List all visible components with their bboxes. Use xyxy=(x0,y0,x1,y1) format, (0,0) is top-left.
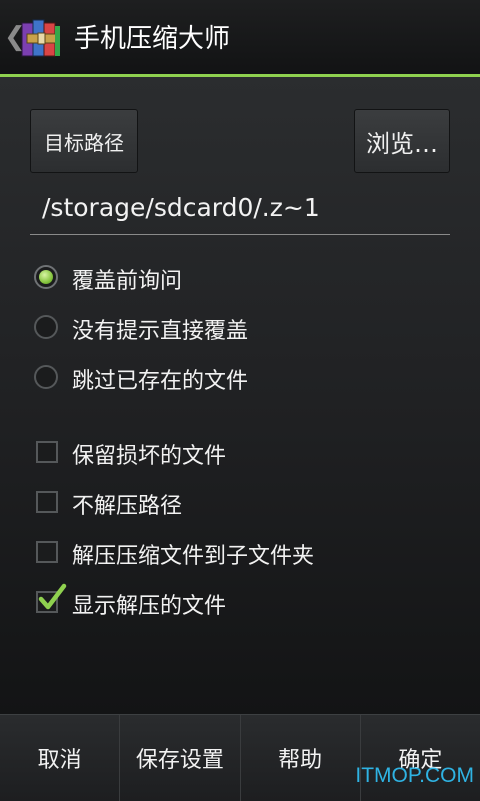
checkbox-label: 解压压缩文件到子文件夹 xyxy=(72,544,315,569)
radio-label: 跳过已存在的文件 xyxy=(72,369,249,394)
app-title: 手机压缩大师 xyxy=(74,24,231,54)
radio-overwrite-without-prompt[interactable]: 没有提示直接覆盖 xyxy=(30,305,450,351)
checkmark-icon xyxy=(38,583,67,610)
checkbox[interactable] xyxy=(36,541,58,563)
archive-books-icon[interactable] xyxy=(19,16,63,60)
radio-button-selected[interactable] xyxy=(34,265,58,289)
radio-label: 没有提示直接覆盖 xyxy=(72,319,249,344)
checkbox-keep-broken-files[interactable]: 保留损坏的文件 xyxy=(30,430,450,476)
save-settings-button[interactable]: 保存设置 xyxy=(120,715,241,801)
checkbox[interactable] xyxy=(36,441,58,463)
checkbox-extract-to-subfolder[interactable]: 解压压缩文件到子文件夹 xyxy=(30,530,450,576)
cancel-button[interactable]: 取消 xyxy=(0,715,121,801)
checkbox-label: 不解压路径 xyxy=(72,494,183,519)
ok-button[interactable]: 确定 xyxy=(361,715,480,801)
radio-label: 覆盖前询问 xyxy=(72,269,183,294)
radio-skip-existing[interactable]: 跳过已存在的文件 xyxy=(30,355,450,401)
target-path-button[interactable]: 目标路径 xyxy=(30,109,138,173)
help-button[interactable]: 帮助 xyxy=(241,715,361,801)
checkbox-label: 保留损坏的文件 xyxy=(72,444,227,469)
path-value: /storage/sdcard0/.z~1 xyxy=(42,193,320,222)
extract-settings-panel: 目标路径 浏览… /storage/sdcard0/.z~1 覆盖前询问 没有提… xyxy=(0,77,480,714)
checkbox-checked[interactable] xyxy=(36,583,67,613)
checkbox-label: 显示解压的文件 xyxy=(72,594,227,619)
browse-button[interactable]: 浏览… xyxy=(354,109,450,173)
radio-button[interactable] xyxy=(34,365,58,389)
radio-ask-before-overwrite[interactable]: 覆盖前询问 xyxy=(30,255,450,301)
checkbox-no-extract-paths[interactable]: 不解压路径 xyxy=(30,480,450,526)
checkbox-show-extracted-files[interactable]: 显示解压的文件 xyxy=(30,580,450,626)
checkbox[interactable] xyxy=(36,491,58,513)
radio-button[interactable] xyxy=(34,315,58,339)
watermark: ITMOP.COM xyxy=(355,764,474,787)
action-bar: ❮ 手机压缩大师 xyxy=(0,0,480,74)
path-field[interactable]: /storage/sdcard0/.z~1 xyxy=(30,191,450,235)
